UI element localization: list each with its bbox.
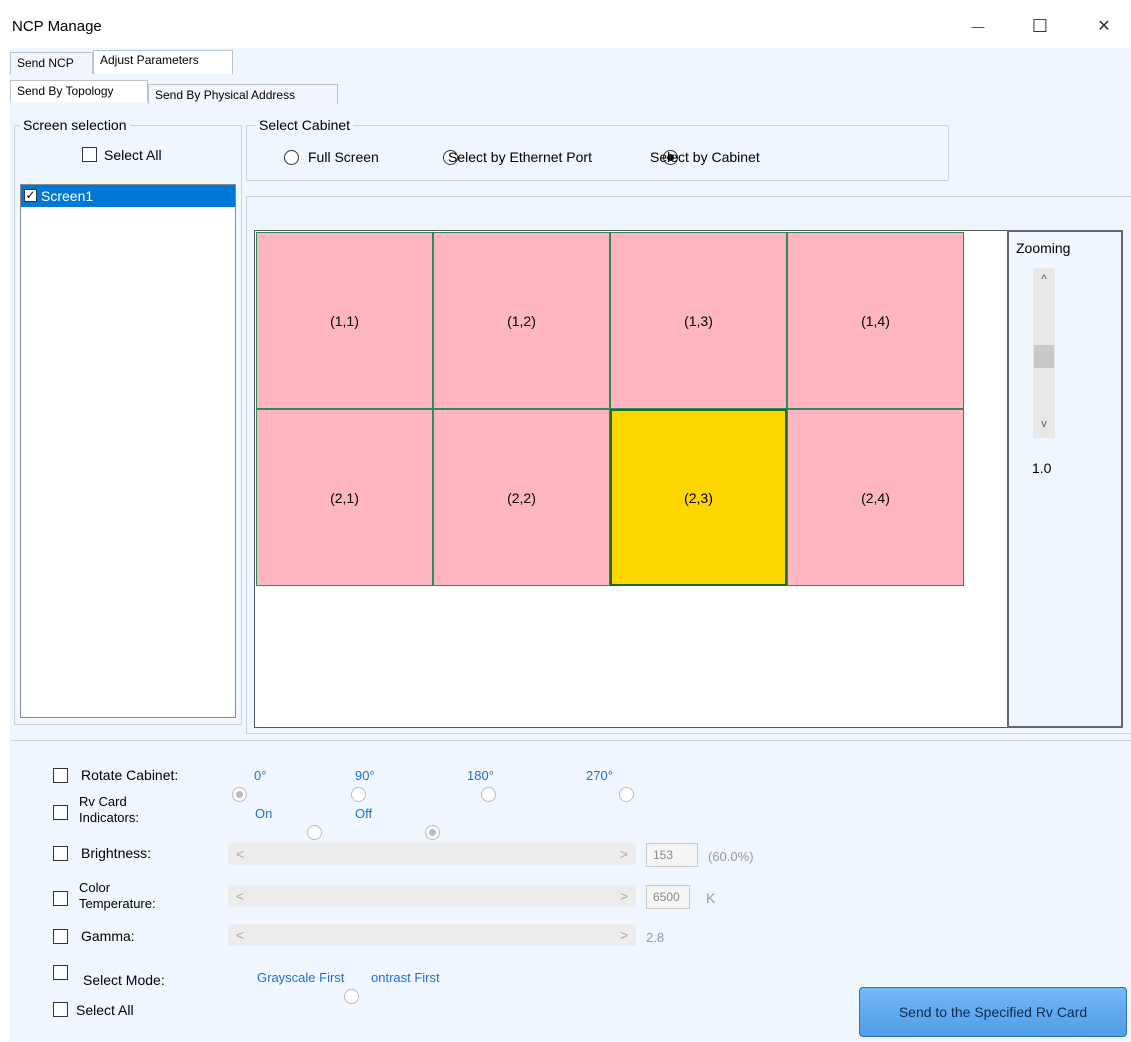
select-cabinet-legend: Select Cabinet (256, 117, 354, 133)
screen-selection-legend: Screen selection (20, 117, 130, 133)
radio-grayscale-first[interactable] (343, 989, 359, 1004)
cabinet-cell-label: (2,1) (330, 489, 359, 506)
params-select-all-label: Select All (76, 1002, 134, 1018)
radio-rotate-90[interactable] (350, 787, 366, 802)
cabinet-cell[interactable]: (1,3) (610, 232, 787, 409)
zoom-down-icon[interactable]: v (1033, 418, 1055, 438)
zoom-thumb[interactable] (1034, 345, 1054, 368)
rotate-90-label: 90° (355, 768, 375, 783)
ethernet-port-label: Select by Ethernet Port (448, 149, 592, 165)
gamma-right-arrow-icon[interactable]: > (620, 927, 628, 943)
color-temperature-label: Color Temperature: (79, 880, 156, 912)
rotate-cabinet-label: Rotate Cabinet: (81, 767, 179, 783)
radio-rotate-270[interactable] (618, 787, 634, 802)
cabinet-cell-label: (2,3) (684, 489, 713, 506)
cabinet-cell-label: (1,1) (330, 312, 359, 329)
color-temperature-value-field[interactable]: 6500 (646, 885, 690, 909)
rv-indicators-checkbox[interactable] (53, 805, 68, 820)
rv-indicators-label: Rv Card Indicators: (79, 794, 139, 826)
rv-indicators-label-line1: Rv Card (79, 794, 127, 809)
full-screen-label: Full Screen (308, 149, 379, 165)
grayscale-first-label: Grayscale First (257, 970, 345, 985)
contrast-first-label: ontrast First (371, 970, 440, 985)
indicators-on-label: On (255, 806, 273, 821)
cabinet-cell[interactable]: (1,4) (787, 232, 964, 409)
screen-list (20, 184, 236, 718)
gamma-slider[interactable]: < > (228, 924, 636, 946)
brightness-label: Brightness: (81, 845, 152, 861)
rotate-0-label: 0° (254, 768, 267, 783)
select-by-cabinet-label: Select by Cabinet (650, 149, 760, 165)
tab-send-by-topology[interactable]: Send By Topology (10, 80, 148, 102)
screen1-checkbox-icon[interactable]: ✓ (24, 189, 37, 202)
tab-adjust-parameters[interactable]: Adjust Parameters (93, 50, 233, 74)
brightness-percent: (60.0%) (708, 849, 754, 864)
cabinet-cell-label: (2,2) (507, 489, 536, 506)
color-temperature-left-arrow-icon[interactable]: < (236, 888, 244, 904)
divider (10, 740, 1131, 741)
zoom-panel (1007, 230, 1123, 728)
select-mode-label: Select Mode: (83, 972, 165, 988)
color-temperature-checkbox[interactable] (53, 891, 68, 906)
radio-indicators-on[interactable] (306, 825, 322, 840)
maximize-icon[interactable]: ☐ (1020, 10, 1060, 42)
gamma-value: 2.8 (646, 930, 665, 945)
radio-rotate-0[interactable] (232, 787, 247, 802)
brightness-checkbox[interactable] (53, 846, 68, 861)
cabinet-cell[interactable]: (1,1) (256, 232, 433, 409)
minimize-icon[interactable]: — (958, 10, 998, 42)
cabinet-cell[interactable]: (2,3) (610, 409, 787, 586)
brightness-value-field[interactable]: 153 (646, 843, 698, 867)
gamma-left-arrow-icon[interactable]: < (236, 927, 244, 943)
radio-full-screen[interactable] (284, 150, 299, 165)
cabinet-cell[interactable]: (2,2) (433, 409, 610, 586)
select-mode-checkbox[interactable] (53, 965, 68, 980)
indicators-off-label: Off (355, 806, 373, 821)
cabinet-cell[interactable]: (1,2) (433, 232, 610, 409)
window-title: NCP Manage (12, 18, 102, 35)
gamma-checkbox[interactable] (53, 929, 68, 944)
brightness-slider[interactable]: < > (228, 843, 636, 865)
rotate-cabinet-checkbox[interactable] (53, 768, 68, 783)
color-temperature-label-line2: Temperature: (79, 896, 156, 911)
color-temperature-right-arrow-icon[interactable]: > (620, 888, 628, 904)
tab-send-ncp[interactable]: Send NCP (10, 52, 93, 74)
params-select-all-checkbox[interactable] (53, 1002, 68, 1017)
screen-select-all-label: Select All (104, 147, 162, 163)
zoom-value: 1.0 (1032, 460, 1052, 476)
cabinet-cell-label: (2,4) (861, 489, 890, 506)
zoom-up-icon[interactable]: ^ (1033, 272, 1055, 292)
rv-indicators-label-line2: Indicators: (79, 810, 139, 825)
cabinet-cell-label: (1,3) (684, 312, 713, 329)
send-to-rv-card-button[interactable]: Send to the Specified Rv Card (859, 987, 1127, 1037)
brightness-left-arrow-icon[interactable]: < (236, 846, 244, 862)
gamma-label: Gamma: (81, 928, 135, 944)
color-temperature-unit: K (706, 890, 716, 906)
cabinet-cell-label: (1,2) (507, 312, 536, 329)
cabinet-cell[interactable]: (2,1) (256, 409, 433, 586)
rotate-180-label: 180° (467, 768, 494, 783)
brightness-right-arrow-icon[interactable]: > (620, 846, 628, 862)
cabinet-cell[interactable]: (2,4) (787, 409, 964, 586)
tab-send-by-physical-address[interactable]: Send By Physical Address (148, 84, 338, 104)
color-temperature-slider[interactable]: < > (228, 885, 636, 907)
zoom-label: Zooming (1016, 240, 1071, 256)
close-icon[interactable]: ✕ (1084, 10, 1124, 42)
cabinet-cell-label: (1,4) (861, 312, 890, 329)
color-temperature-label-line1: Color (79, 880, 111, 895)
screen1-label: Screen1 (41, 188, 94, 204)
title-bar: NCP Manage — ☐ ✕ (0, 0, 1131, 48)
screen-select-all-checkbox[interactable] (82, 147, 97, 162)
tab-adjust-parameters-label: Adjust Parameters (100, 53, 199, 67)
rotate-270-label: 270° (586, 768, 613, 783)
